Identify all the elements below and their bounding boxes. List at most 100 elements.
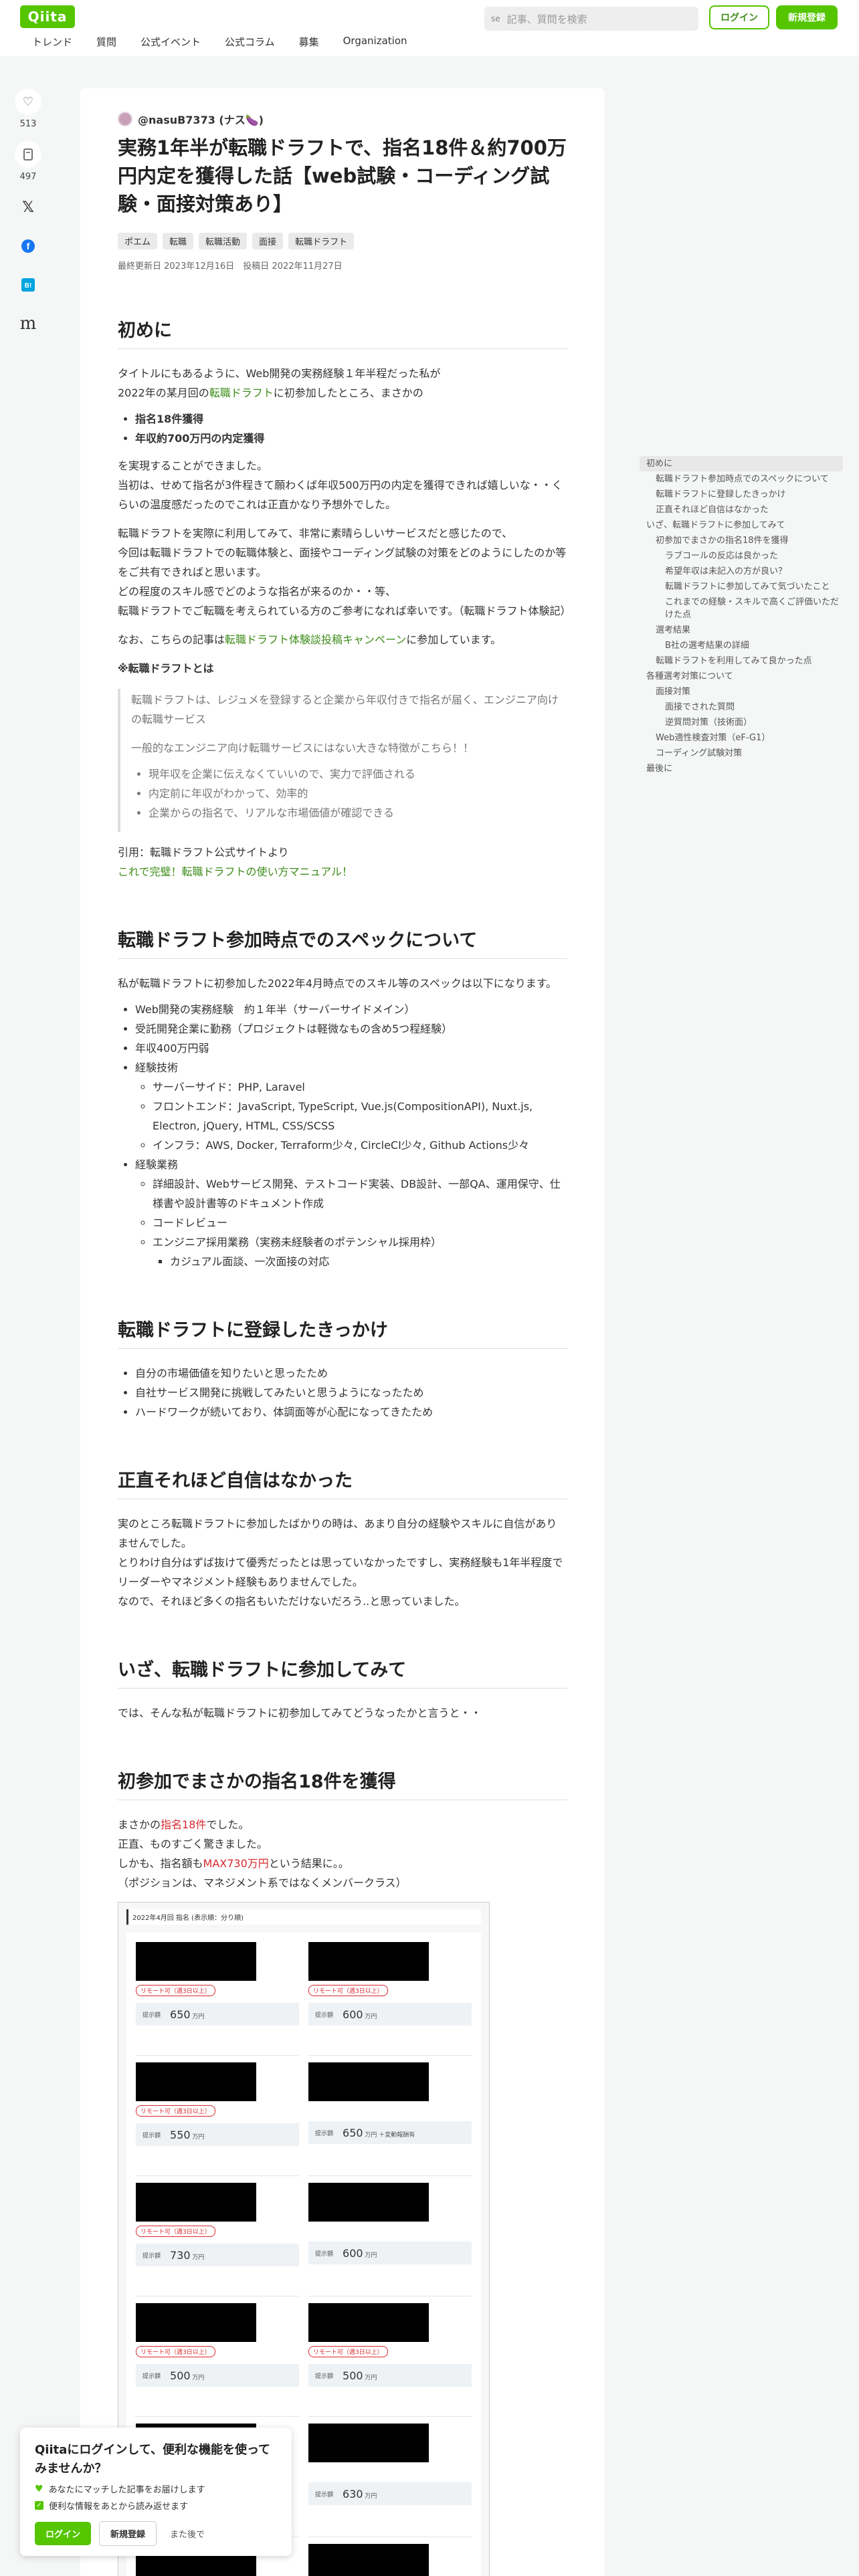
- nav-organization[interactable]: Organization: [343, 35, 407, 49]
- offer-salary: 提示額 500 万円: [308, 2364, 472, 2387]
- nav-trend[interactable]: トレンド: [32, 35, 72, 49]
- popup-title: Qiitaにログインして、便利な機能を使ってみませんか？: [35, 2443, 271, 2476]
- article-actions: ♡ 513 497 𝕏 f B! m: [13, 88, 43, 349]
- popup-later-button[interactable]: また後で: [165, 2522, 210, 2545]
- offer-salary: 提示額 730 万円: [136, 2244, 299, 2266]
- toc-item[interactable]: 転職ドラフト参加時点でのスペックについて: [640, 471, 843, 487]
- salary-label: 提示額: [315, 2373, 334, 2380]
- toc-item[interactable]: いざ、転職ドラフトに参加してみて: [640, 518, 843, 533]
- remote-badge: リモート可（週3日以上）: [136, 1985, 215, 1996]
- offer-salary: 提示額 500 万円: [136, 2364, 299, 2387]
- redacted-company: [308, 1942, 429, 1981]
- toc-item[interactable]: これまでの経験・スキルで高くご評価いただけた点: [640, 595, 843, 623]
- toc-item[interactable]: 転職ドラフトに登録したきっかけ: [640, 487, 843, 502]
- list-item: 年収400万円弱: [135, 1039, 567, 1058]
- toc-item[interactable]: 初めに: [640, 456, 843, 471]
- author[interactable]: @nasuB7373 (ナス🍆): [118, 111, 567, 127]
- site-header: Qiita トレンド 質問 公式イベント 公式コラム 募集 Organizati…: [0, 0, 859, 56]
- offer-card: リモート可（週3日以上） 提示額 500 万円: [136, 2303, 299, 2417]
- salary-amount: 630 万円: [343, 2487, 377, 2500]
- offer-card: リモート可（週3日以上） 提示額 550 万円: [136, 2062, 299, 2176]
- list-item: コードレビュー: [153, 1213, 567, 1232]
- tag[interactable]: 面接: [252, 233, 284, 249]
- link-manual[interactable]: これで完璧！転職ドラフトの使い方マニュアル！: [118, 865, 353, 878]
- list-item: 自分の市場価値を知りたいと思ったため: [135, 1364, 567, 1383]
- toc-item[interactable]: 希望年収は未記入の方が良い？: [640, 564, 843, 579]
- signup-button[interactable]: 新規登録: [776, 5, 838, 29]
- popup-signup-button[interactable]: 新規登録: [99, 2521, 157, 2546]
- toc-item[interactable]: 面接対策: [640, 684, 843, 700]
- search-input[interactable]: se 記事、質問を検索: [484, 7, 698, 31]
- paragraph: 転職ドラフトを実際に利用してみて、非常に素晴らしいサービスだと感じたので、 今回は…: [118, 527, 571, 617]
- search-placeholder: 記事、質問を検索: [506, 13, 587, 25]
- salary-label: 提示額: [142, 2012, 161, 2019]
- misskey-icon[interactable]: m: [15, 310, 41, 337]
- toc-item[interactable]: ラブコールの反応は良かった: [640, 548, 843, 564]
- x-icon[interactable]: 𝕏: [15, 194, 41, 221]
- nav-recruit[interactable]: 募集: [299, 35, 319, 49]
- list-item: 経験業務 詳細設計、Webサービス開発、テストコード実装、DB設計、一部QA、運…: [135, 1155, 567, 1271]
- salary-amount: 650 万円 ＋変動報酬有: [343, 2126, 415, 2139]
- popup-login-button[interactable]: ログイン: [35, 2522, 92, 2545]
- citation: 引用：転職ドラフト公式サイトより これで完璧！転職ドラフトの使い方マニュアル！: [118, 846, 353, 878]
- nav-questions[interactable]: 質問: [96, 35, 116, 49]
- author-name[interactable]: @nasuB7373 (ナス🍆): [138, 111, 264, 127]
- login-button[interactable]: ログイン: [709, 5, 769, 29]
- redacted-company: [308, 2544, 429, 2576]
- nav-columns[interactable]: 公式コラム: [225, 35, 275, 49]
- tag[interactable]: 転職活動: [199, 233, 248, 249]
- link-campaign[interactable]: 転職ドラフト体験談投稿キャンペーン: [225, 633, 406, 646]
- stock-icon[interactable]: [15, 141, 41, 168]
- salary-label: 提示額: [315, 2130, 334, 2137]
- toc-item[interactable]: 逆質問対策（技術面）: [640, 715, 843, 730]
- offer-card: リモート可（週3日以上） 提示額 600 万円: [308, 1942, 472, 2056]
- salary-amount: 500 万円: [170, 2369, 205, 2382]
- toc-item[interactable]: 各種選考対策について: [640, 669, 843, 684]
- toc-item[interactable]: 初参加でまさかの指名18件を獲得: [640, 533, 843, 548]
- list-item: 現年収を企業に伝えなくていいので、実力で評価される: [149, 764, 567, 784]
- facebook-icon[interactable]: f: [15, 233, 41, 259]
- search-shortcut: se: [491, 14, 500, 23]
- article-title: 実務1年半が転職ドラフトで、指名18件＆約700万円内定を獲得した話【web試験…: [118, 136, 567, 215]
- tag[interactable]: 転職ドラフト: [288, 233, 355, 249]
- toc-item[interactable]: 面接でされた質問: [640, 700, 843, 715]
- toc-item[interactable]: コーディング試験対策: [640, 746, 843, 761]
- qiita-logo[interactable]: Qiita: [20, 5, 75, 28]
- tag[interactable]: ポエム: [118, 233, 158, 249]
- paragraph: なお、こちらの記事は転職ドラフト体験談投稿キャンペーンに参加しています。: [118, 633, 502, 646]
- list-item: 受託開発企業に勤務（プロジェクトは軽微なもの含め5つ程経験）: [135, 1019, 567, 1039]
- share-x: 𝕏: [13, 194, 43, 221]
- tag[interactable]: 転職: [163, 233, 194, 249]
- toc-item[interactable]: Web適性検査対策（eF-G1）: [640, 730, 843, 746]
- what-is-heading: ※転職ドラフトとは: [118, 662, 214, 675]
- toc-item[interactable]: 転職ドラフトに参加してみて気づいたこと: [640, 579, 843, 595]
- heading-confidence: 正直それほど自信はなかった: [118, 1466, 567, 1499]
- salary-label: 提示額: [142, 2132, 161, 2139]
- salary-label: 提示額: [315, 2012, 334, 2019]
- link-tenshoku-draft[interactable]: 転職ドラフト: [209, 387, 274, 399]
- article-dates: 最終更新日 2023年12月16日 投稿日 2022年11月27日: [118, 261, 343, 272]
- share-facebook: f: [13, 233, 43, 259]
- toc-item[interactable]: 選考結果: [640, 623, 843, 638]
- paragraph: 私が転職ドラフトに初参加した2022年4月時点でのスキル等のスペックは以下になり…: [118, 977, 557, 990]
- avatar[interactable]: [118, 112, 132, 126]
- offer-card: リモート可（週3日以上） 提示額 730 万円: [136, 2183, 299, 2296]
- toc-item[interactable]: 正直それほど自信はなかった: [640, 502, 843, 518]
- offer-card: 提示額 630 万円: [308, 2424, 472, 2537]
- stock-action: 497: [13, 141, 43, 182]
- heart-icon[interactable]: ♡: [15, 88, 41, 115]
- nav-events[interactable]: 公式イベント: [140, 35, 201, 49]
- salary-label: 提示額: [315, 2491, 334, 2498]
- list-item: 年収約700万円の内定獲得: [135, 429, 567, 448]
- stock-count: 497: [19, 172, 37, 182]
- redacted-company: [136, 2303, 256, 2342]
- hatena-icon[interactable]: B!: [15, 272, 41, 298]
- heading-18-offers: 初参加でまさかの指名18件を獲得: [118, 1767, 567, 1800]
- toc-item[interactable]: B社の選考結果の詳細: [640, 638, 843, 653]
- offer-header: 2022年4月回 指名 (表示順：分り順): [126, 1909, 481, 1925]
- remote-badge: リモート可（週3日以上）: [136, 2105, 215, 2117]
- offer-salary: 提示額 650 万円: [136, 2003, 299, 2026]
- remote-badge: リモート可（週3日以上）: [308, 2346, 388, 2357]
- toc-item[interactable]: 転職ドラフトを利用してみて良かった点: [640, 653, 843, 669]
- toc-item[interactable]: 最後に: [640, 761, 843, 776]
